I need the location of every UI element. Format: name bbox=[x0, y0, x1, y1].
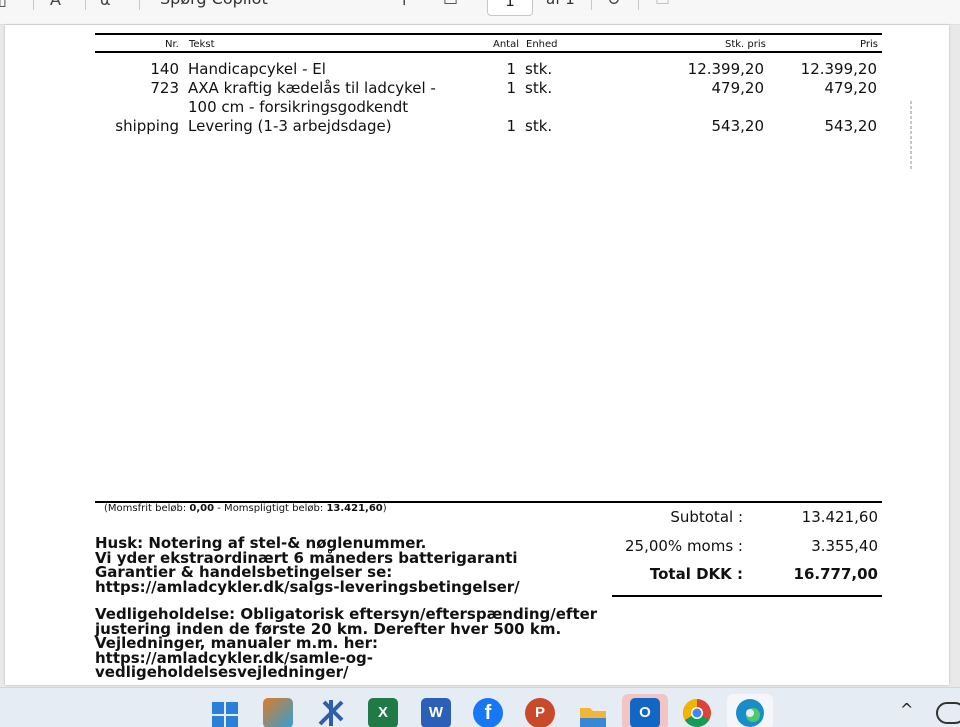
edge-icon[interactable] bbox=[735, 698, 765, 727]
row-tekst: AXA kraftig kædelås til ladcykel - bbox=[188, 79, 436, 97]
row-enhed: stk. bbox=[525, 117, 553, 135]
toolbar-divider bbox=[591, 0, 592, 10]
moms-value: 3.355,40 bbox=[811, 537, 878, 555]
subtotal-value: 13.421,60 bbox=[801, 508, 878, 526]
draw-icon[interactable]: ı bbox=[402, 0, 406, 9]
moms-note: (Momsfrit beløb: 0,00 - Momspligtigt bel… bbox=[104, 503, 387, 514]
excel-icon[interactable]: X bbox=[368, 698, 398, 727]
sidebar-icon[interactable]: ▯ bbox=[0, 0, 7, 9]
row-pris: 543,20 bbox=[824, 117, 878, 135]
side-watermark bbox=[906, 101, 916, 171]
row-pris: 12.399,20 bbox=[800, 60, 877, 78]
row-enhed: stk. bbox=[525, 79, 553, 97]
row-antal: 1 bbox=[506, 79, 516, 97]
row-antal: 1 bbox=[506, 60, 516, 78]
subtotal-label: Subtotal : bbox=[670, 508, 743, 526]
file-explorer-icon[interactable] bbox=[578, 698, 608, 727]
page-number-input[interactable]: 1 bbox=[487, 0, 533, 16]
toolbar-divider bbox=[139, 0, 140, 10]
notes-husk: Husk: Notering af stel-& nøglenummer. Vi… bbox=[95, 536, 520, 594]
copilot-button[interactable]: Spørg Copilot bbox=[160, 0, 268, 8]
word-icon[interactable]: W bbox=[421, 698, 451, 727]
toolbar-divider bbox=[85, 0, 86, 10]
text-icon[interactable]: A bbox=[50, 0, 61, 9]
col-header-enhed: Enhed bbox=[526, 39, 558, 50]
note-link[interactable]: vedligeholdelsesvejledninger/ bbox=[95, 665, 597, 680]
cloud-icon[interactable] bbox=[936, 702, 960, 724]
col-header-tekst: Tekst bbox=[189, 39, 215, 50]
fit-page-icon[interactable]: ▭ bbox=[443, 0, 458, 9]
toolbar-divider bbox=[33, 0, 34, 10]
row-antal: 1 bbox=[506, 117, 516, 135]
taskbar: X W f P O ^ bbox=[0, 687, 960, 727]
table-top-rule bbox=[95, 33, 882, 35]
col-header-nr: Nr. bbox=[165, 39, 179, 50]
row-tekst-line2: 100 cm - forsikringsgodkendt bbox=[188, 98, 409, 116]
paint-app-icon[interactable] bbox=[263, 698, 293, 727]
total-value: 16.777,00 bbox=[793, 565, 878, 583]
col-header-stk-pris: Stk. pris bbox=[725, 39, 766, 50]
invoice-page: Nr. Tekst Antal Enhed Stk. pris Pris 140… bbox=[5, 25, 949, 685]
start-icon[interactable] bbox=[210, 698, 240, 727]
total-rule bbox=[612, 595, 882, 597]
moms-label: 25,00% moms : bbox=[624, 537, 743, 555]
rotate-icon[interactable]: ↻ bbox=[607, 0, 620, 9]
note-link[interactable]: https://amladcykler.dk/salgs-leveringsbe… bbox=[95, 579, 520, 595]
row-stk-pris: 543,20 bbox=[711, 117, 765, 135]
read-aloud-icon[interactable]: α bbox=[100, 0, 111, 9]
page-view-icon[interactable]: ▭ bbox=[655, 0, 670, 9]
row-nr: 140 bbox=[150, 60, 179, 78]
row-enhed: stk. bbox=[525, 60, 553, 78]
row-tekst: Levering (1-3 arbejdsdage) bbox=[188, 117, 392, 135]
page-count: af 1 bbox=[546, 0, 575, 8]
pdf-toolbar: ▯ A α Spørg Copilot ı ▭ 1 af 1 ↻ ▭ bbox=[0, 0, 960, 25]
tray-chevron-icon[interactable]: ^ bbox=[900, 700, 913, 719]
total-label: Total DKK : bbox=[649, 565, 743, 583]
col-header-antal: Antal bbox=[493, 39, 520, 50]
outlook-icon[interactable]: O bbox=[630, 698, 660, 727]
notes-vedligeholdelse: Vedligeholdelse: Obligatorisk eftersyn/e… bbox=[95, 607, 597, 680]
row-pris: 479,20 bbox=[824, 79, 878, 97]
row-tekst: Handicapcykel - El bbox=[188, 60, 326, 78]
pdf-viewer[interactable]: Nr. Tekst Antal Enhed Stk. pris Pris 140… bbox=[0, 25, 960, 687]
tools-app-icon[interactable] bbox=[316, 698, 346, 727]
powerpoint-icon[interactable]: P bbox=[525, 698, 555, 727]
table-header-rule bbox=[95, 51, 882, 53]
row-nr: 723 bbox=[150, 79, 179, 97]
chrome-icon[interactable] bbox=[682, 698, 712, 727]
row-stk-pris: 479,20 bbox=[711, 79, 765, 97]
row-stk-pris: 12.399,20 bbox=[687, 60, 764, 78]
col-header-pris: Pris bbox=[860, 39, 878, 50]
toolbar-divider bbox=[638, 0, 639, 10]
facebook-icon[interactable]: f bbox=[473, 698, 503, 727]
row-nr: shipping bbox=[115, 117, 179, 135]
